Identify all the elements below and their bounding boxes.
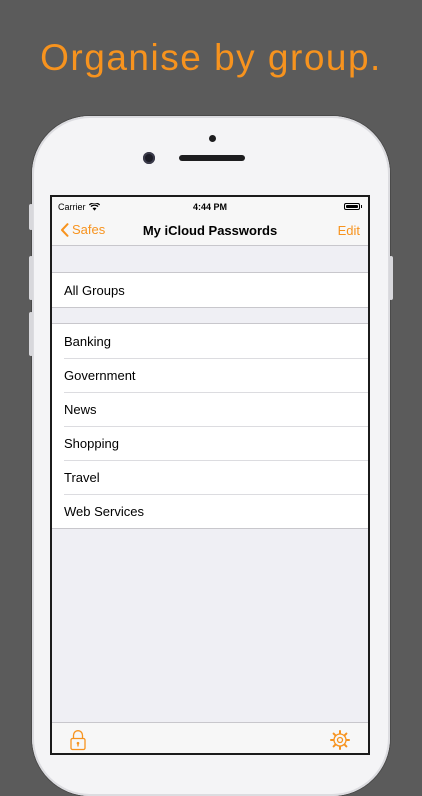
groups-list: Banking Government News Shopping Travel … <box>52 323 368 529</box>
phone-frame: Carrier 4:44 PM Safes My iCloud Password… <box>29 116 393 796</box>
proximity-sensor <box>209 135 216 142</box>
silent-switch <box>29 204 33 230</box>
tab-bar <box>52 722 368 753</box>
group-row-shopping[interactable]: Shopping <box>52 426 368 460</box>
group-row-web-services[interactable]: Web Services <box>52 494 368 528</box>
phone-screen: Carrier 4:44 PM Safes My iCloud Password… <box>50 195 370 755</box>
status-bar: Carrier 4:44 PM <box>52 197 368 217</box>
volume-up-button <box>29 256 33 300</box>
front-camera <box>143 152 155 164</box>
group-row-travel[interactable]: Travel <box>52 460 368 494</box>
headline: Organise by group. <box>40 37 382 78</box>
status-time: 4:44 PM <box>192 202 227 212</box>
lock-icon[interactable] <box>69 729 87 751</box>
app-screen: Carrier 4:44 PM Safes My iCloud Password… <box>52 197 368 753</box>
volume-down-button <box>29 312 33 356</box>
power-button <box>389 256 393 300</box>
battery-level <box>346 205 358 208</box>
gear-icon[interactable] <box>329 729 351 751</box>
group-row-banking[interactable]: Banking <box>52 324 368 358</box>
navigation-area: Carrier 4:44 PM Safes My iCloud Password… <box>52 197 368 246</box>
page-title: My iCloud Passwords <box>142 223 278 238</box>
group-row-all-groups[interactable]: All Groups <box>52 273 368 307</box>
earpiece-speaker <box>179 155 245 161</box>
group-row-news[interactable]: News <box>52 392 368 426</box>
battery-icon <box>344 203 362 210</box>
group-row-government[interactable]: Government <box>52 358 368 392</box>
edit-button[interactable]: Edit <box>338 223 360 238</box>
navigation-bar: Safes My iCloud Passwords Edit <box>52 217 368 245</box>
all-groups-section: All Groups <box>52 272 368 308</box>
